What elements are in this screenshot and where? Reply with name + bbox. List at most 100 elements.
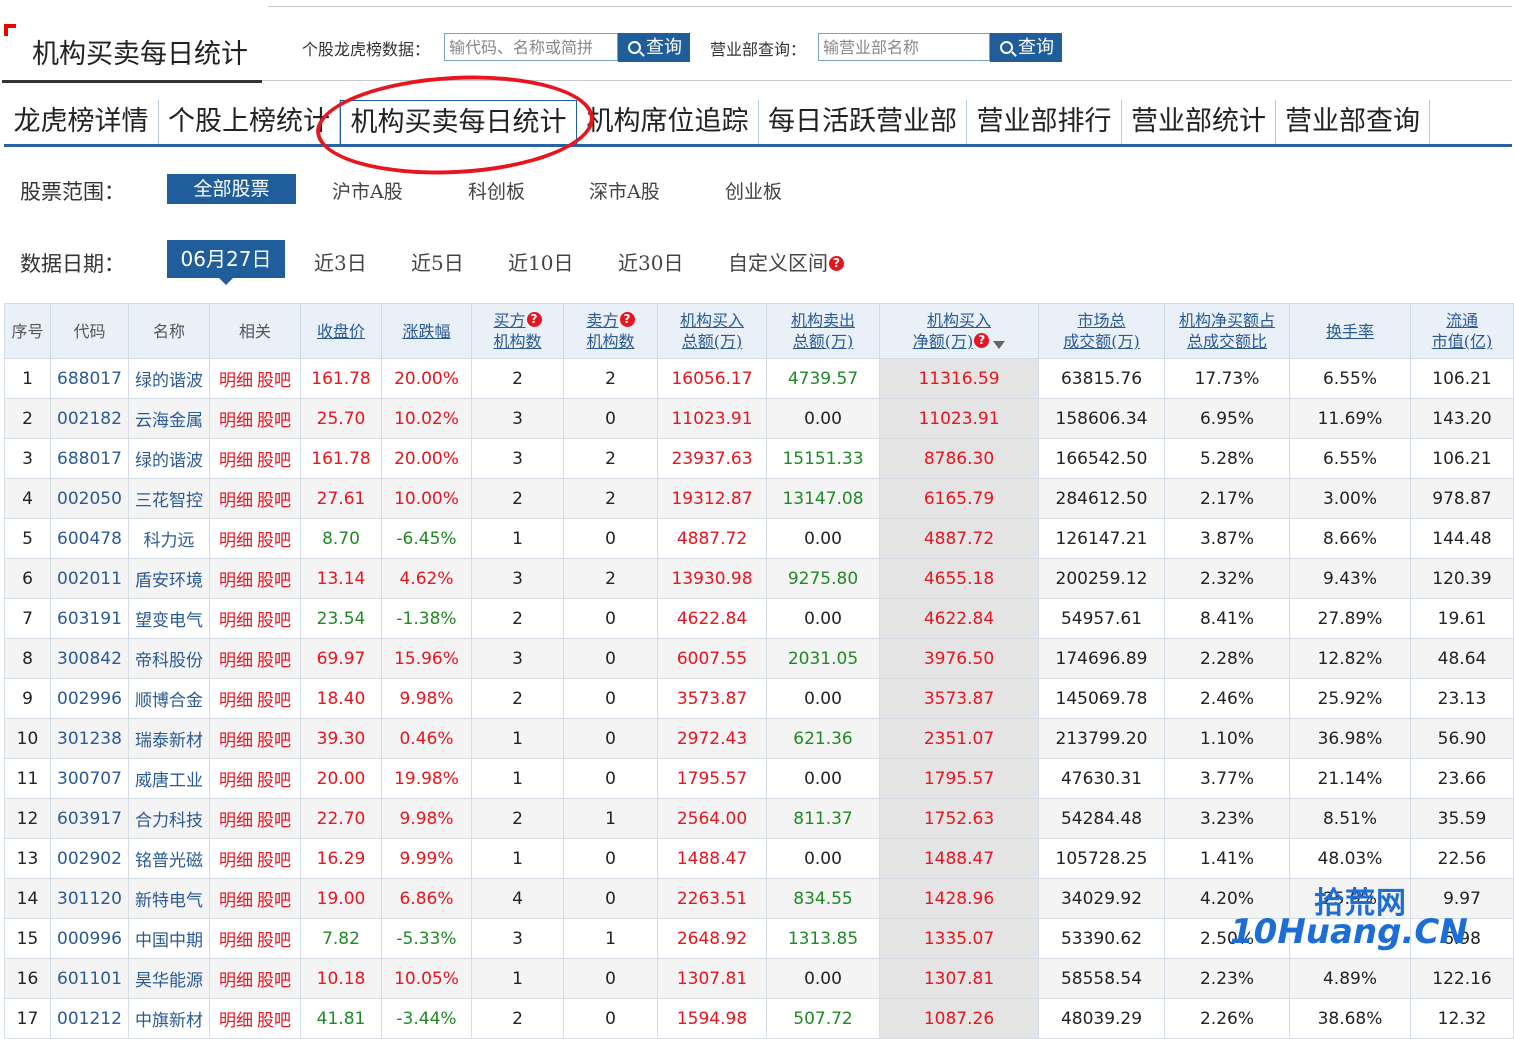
help-icon[interactable]: ? xyxy=(829,256,844,271)
help-icon[interactable]: ? xyxy=(526,312,542,327)
col-sell-total[interactable]: 机构卖出 总额(万) xyxy=(766,303,880,359)
col-market-cap[interactable]: 流通 市值(亿) xyxy=(1410,303,1514,359)
stock-name-link[interactable]: 顺博合金 xyxy=(135,691,203,711)
scope-option-all[interactable]: 全部股票 xyxy=(167,174,296,204)
col-turnover[interactable]: 换手率 xyxy=(1289,303,1411,359)
stock-code-link[interactable]: 603191 xyxy=(57,609,122,629)
sort-market-total[interactable]: 市场总 成交额(万) xyxy=(1063,311,1140,351)
dept-search-input[interactable] xyxy=(818,33,990,61)
detail-link[interactable]: 明细 xyxy=(219,651,253,671)
forum-link[interactable]: 股吧 xyxy=(257,531,291,551)
date-option-custom[interactable]: 自定义区间? xyxy=(728,247,844,276)
scope-option-gem[interactable]: 创业板 xyxy=(725,177,782,204)
forum-link[interactable]: 股吧 xyxy=(257,571,291,591)
stock-name-link[interactable]: 中国中期 xyxy=(135,931,203,951)
tab-active-dept[interactable]: 每日活跃营业部 xyxy=(759,100,967,144)
stock-code-link[interactable]: 000996 xyxy=(57,929,122,949)
sort-close[interactable]: 收盘价 xyxy=(317,322,365,341)
sort-turnover[interactable]: 换手率 xyxy=(1326,322,1374,341)
tab-lhb-detail[interactable]: 龙虎榜详情 xyxy=(4,100,159,144)
detail-link[interactable]: 明细 xyxy=(219,731,253,751)
detail-link[interactable]: 明细 xyxy=(219,451,253,471)
stock-code-link[interactable]: 301120 xyxy=(57,889,122,909)
stock-name-link[interactable]: 云海金属 xyxy=(135,411,203,431)
date-option-today[interactable]: 06月27日 xyxy=(167,240,285,285)
detail-link[interactable]: 明细 xyxy=(219,1011,253,1031)
date-option-10d[interactable]: 近10日 xyxy=(508,247,573,276)
stock-code-link[interactable]: 002902 xyxy=(57,849,122,869)
tab-dept-stats[interactable]: 营业部统计 xyxy=(1122,100,1276,144)
sort-market-cap[interactable]: 流通 市值(亿) xyxy=(1432,311,1493,351)
stock-code-link[interactable]: 688017 xyxy=(57,369,122,389)
date-option-30d[interactable]: 近30日 xyxy=(618,247,683,276)
forum-link[interactable]: 股吧 xyxy=(257,731,291,751)
stock-code-link[interactable]: 002996 xyxy=(57,689,122,709)
stock-name-link[interactable]: 中旗新材 xyxy=(135,1011,203,1031)
detail-link[interactable]: 明细 xyxy=(219,811,253,831)
detail-link[interactable]: 明细 xyxy=(219,611,253,631)
forum-link[interactable]: 股吧 xyxy=(257,851,291,871)
detail-link[interactable]: 明细 xyxy=(219,771,253,791)
forum-link[interactable]: 股吧 xyxy=(257,491,291,511)
tab-institution-seat[interactable]: 机构席位追踪 xyxy=(577,100,759,144)
detail-link[interactable]: 明细 xyxy=(219,851,253,871)
stock-code-link[interactable]: 688017 xyxy=(57,449,122,469)
col-buyer-count[interactable]: 买方? 机构数 xyxy=(471,303,564,359)
forum-link[interactable]: 股吧 xyxy=(257,371,291,391)
col-net-ratio[interactable]: 机构净买额占 总成交额比 xyxy=(1164,303,1290,359)
detail-link[interactable]: 明细 xyxy=(219,531,253,551)
stock-code-link[interactable]: 002182 xyxy=(57,409,122,429)
col-net-buy[interactable]: 机构买入 净额(万)? xyxy=(879,303,1039,359)
stock-name-link[interactable]: 合力科技 xyxy=(135,811,203,831)
dept-query-button[interactable]: 查询 xyxy=(990,33,1062,62)
forum-link[interactable]: 股吧 xyxy=(257,971,291,991)
forum-link[interactable]: 股吧 xyxy=(257,1011,291,1031)
tab-dept-query[interactable]: 营业部查询 xyxy=(1276,100,1430,144)
stock-code-link[interactable]: 601101 xyxy=(57,969,122,989)
stock-name-link[interactable]: 瑞泰新材 xyxy=(135,731,203,751)
stock-code-link[interactable]: 300842 xyxy=(57,649,122,669)
forum-link[interactable]: 股吧 xyxy=(257,891,291,911)
tab-stock-stats[interactable]: 个股上榜统计 xyxy=(159,100,340,144)
detail-link[interactable]: 明细 xyxy=(219,691,253,711)
forum-link[interactable]: 股吧 xyxy=(257,451,291,471)
stock-code-link[interactable]: 301238 xyxy=(57,729,122,749)
stock-name-link[interactable]: 绿的谐波 xyxy=(135,371,203,391)
help-icon[interactable]: ? xyxy=(619,312,635,327)
sort-net-buy[interactable]: 机构买入 净额(万)? xyxy=(913,311,1006,351)
stock-query-button[interactable]: 查询 xyxy=(618,33,690,62)
detail-link[interactable]: 明细 xyxy=(219,371,253,391)
stock-name-link[interactable]: 绿的谐波 xyxy=(135,451,203,471)
detail-link[interactable]: 明细 xyxy=(219,891,253,911)
stock-name-link[interactable]: 盾安环境 xyxy=(135,571,203,591)
forum-link[interactable]: 股吧 xyxy=(257,651,291,671)
stock-name-link[interactable]: 新特电气 xyxy=(135,891,203,911)
stock-name-link[interactable]: 科力远 xyxy=(144,531,195,551)
date-option-5d[interactable]: 近5日 xyxy=(411,247,464,276)
sort-buyer-count[interactable]: 买方? 机构数 xyxy=(493,311,542,351)
col-change[interactable]: 涨跌幅 xyxy=(381,303,472,359)
stock-name-link[interactable]: 威唐工业 xyxy=(135,771,203,791)
stock-code-link[interactable]: 600478 xyxy=(57,529,122,549)
tab-dept-rank[interactable]: 营业部排行 xyxy=(967,100,1122,144)
stock-name-link[interactable]: 铭普光磁 xyxy=(135,851,203,871)
stock-code-link[interactable]: 300707 xyxy=(57,769,122,789)
forum-link[interactable]: 股吧 xyxy=(257,611,291,631)
col-close[interactable]: 收盘价 xyxy=(300,303,382,359)
forum-link[interactable]: 股吧 xyxy=(257,411,291,431)
stock-name-link[interactable]: 望变电气 xyxy=(135,611,203,631)
detail-link[interactable]: 明细 xyxy=(219,931,253,951)
stock-code-link[interactable]: 001212 xyxy=(57,1009,122,1029)
sort-sell-total[interactable]: 机构卖出 总额(万) xyxy=(791,311,855,351)
detail-link[interactable]: 明细 xyxy=(219,411,253,431)
scope-option-star[interactable]: 科创板 xyxy=(468,177,525,204)
detail-link[interactable]: 明细 xyxy=(219,571,253,591)
stock-search-input[interactable] xyxy=(444,33,618,61)
stock-code-link[interactable]: 002011 xyxy=(57,569,122,589)
detail-link[interactable]: 明细 xyxy=(219,491,253,511)
forum-link[interactable]: 股吧 xyxy=(257,931,291,951)
col-buy-total[interactable]: 机构买入 总额(万) xyxy=(657,303,767,359)
sort-net-ratio[interactable]: 机构净买额占 总成交额比 xyxy=(1179,311,1275,351)
stock-code-link[interactable]: 002050 xyxy=(57,489,122,509)
col-market-total[interactable]: 市场总 成交额(万) xyxy=(1038,303,1165,359)
